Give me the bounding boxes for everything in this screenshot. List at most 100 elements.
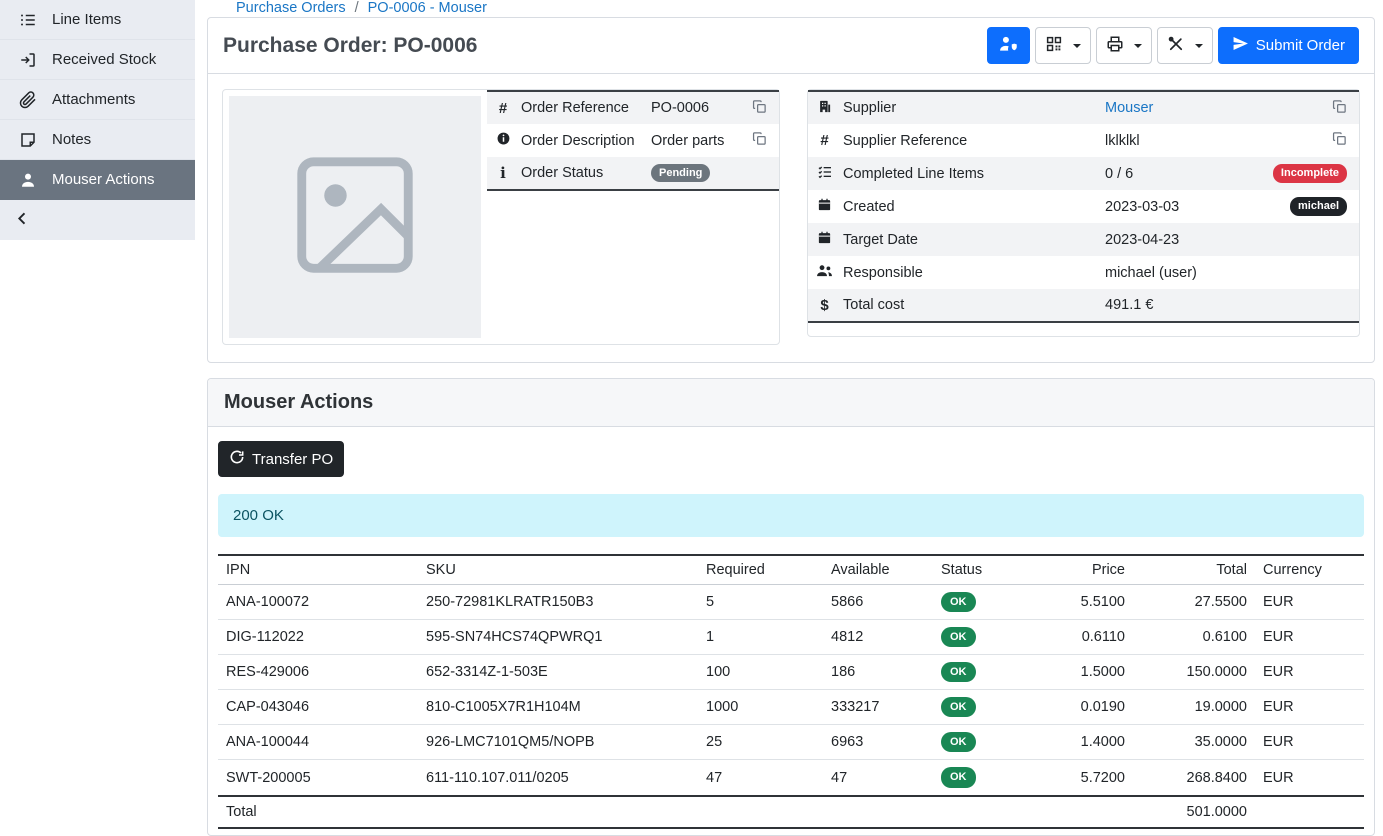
cell-ipn: RES-429006 (218, 655, 418, 690)
order-details-body: # Order Reference PO-0006 Order Descript… (208, 74, 1374, 362)
sidebar-item-received-stock[interactable]: Received Stock (0, 40, 195, 80)
responsible-row: Responsible michael (user) (808, 256, 1359, 289)
cell-status: OK (933, 760, 1033, 796)
order-details-table: # Order Reference PO-0006 Order Descript… (487, 90, 779, 191)
page-title: Purchase Order: PO-0006 (223, 34, 477, 58)
breadcrumb-link-current-order[interactable]: PO-0006 - Mouser (368, 0, 487, 16)
sidebar-item-label: Received Stock (52, 51, 156, 68)
table-row: DIG-112022 595-SN74HCS74QPWRQ1 1 4812 OK… (218, 620, 1364, 655)
dollar-icon: $ (808, 289, 835, 322)
cell-sku: 595-SN74HCS74QPWRQ1 (418, 620, 698, 655)
created-label: Created (835, 190, 1097, 223)
column-header-total: Total (1133, 555, 1255, 585)
parts-table-footer-row: Total 501.0000 (218, 796, 1364, 828)
cell-available: 5866 (823, 585, 933, 620)
cell-currency: EUR (1255, 620, 1364, 655)
cell-available: 47 (823, 760, 933, 796)
column-header-ipn: IPN (218, 555, 418, 585)
copy-icon[interactable] (1332, 99, 1347, 114)
refresh-icon (229, 449, 245, 469)
copy-icon[interactable] (752, 99, 767, 114)
target-date-label: Target Date (835, 223, 1097, 256)
users-icon (808, 256, 835, 289)
send-icon (1232, 35, 1249, 56)
header-actions: Submit Order (987, 27, 1359, 64)
cell-sku: 810-C1005X7R1H104M (418, 690, 698, 725)
transfer-po-button[interactable]: Transfer PO (218, 441, 344, 477)
copy-icon[interactable] (752, 131, 767, 146)
order-description-value: Order parts (643, 124, 741, 157)
status-ok-badge: OK (941, 592, 976, 612)
created-row: Created 2023-03-03 michael (808, 190, 1359, 223)
cell-ipn: CAP-043046 (218, 690, 418, 725)
status-alert: 200 OK (218, 494, 1364, 537)
cell-ipn: SWT-200005 (218, 760, 418, 796)
sidebar-item-notes[interactable]: Notes (0, 120, 195, 160)
order-actions-button[interactable] (1157, 27, 1213, 64)
sidebar-item-label: Mouser Actions (52, 171, 155, 188)
building-icon (808, 91, 835, 124)
qrcode-icon (1045, 35, 1063, 57)
main-content: Purchase Orders / PO-0006 - Mouser Purch… (195, 0, 1383, 794)
table-row: ANA-100044 926-LMC7101QM5/NOPB 25 6963 O… (218, 725, 1364, 760)
responsible-label: Responsible (835, 256, 1097, 289)
cell-price: 5.5100 (1033, 585, 1133, 620)
user-actions-button[interactable] (987, 27, 1030, 64)
sidebar-collapse-button[interactable] (0, 200, 195, 240)
mouser-actions-header: Mouser Actions (208, 379, 1374, 427)
supplier-reference-value: lklklkl (1097, 124, 1237, 157)
order-reference-value: PO-0006 (643, 91, 741, 124)
completed-line-items-label: Completed Line Items (835, 157, 1097, 190)
list-icon (18, 11, 38, 29)
supplier-details-card: Supplier Mouser # Supplier Reference lkl… (807, 89, 1360, 337)
sidebar-item-mouser-actions[interactable]: Mouser Actions (0, 160, 195, 200)
total-cost-value: 491.1 € (1097, 289, 1237, 322)
order-details-card: # Order Reference PO-0006 Order Descript… (222, 89, 780, 345)
order-panel-header: Purchase Order: PO-0006 (208, 18, 1374, 74)
sidebar-item-line-items[interactable]: Line Items (0, 0, 195, 40)
column-header-required: Required (698, 555, 823, 585)
cell-sku: 652-3314Z-1-503E (418, 655, 698, 690)
info-icon: i (487, 157, 513, 190)
note-icon (18, 131, 38, 149)
sign-in-icon (18, 51, 38, 69)
cell-required: 47 (698, 760, 823, 796)
mouser-actions-body: Transfer PO 200 OK IPN SKU Required Avai… (208, 427, 1374, 835)
status-ok-badge: OK (941, 732, 976, 752)
cell-currency: EUR (1255, 760, 1364, 796)
column-header-status: Status (933, 555, 1033, 585)
table-row: SWT-200005 611-110.107.011/0205 47 47 OK… (218, 760, 1364, 796)
cell-ipn: DIG-112022 (218, 620, 418, 655)
cell-price: 1.4000 (1033, 725, 1133, 760)
cell-status: OK (933, 690, 1033, 725)
order-image-placeholder[interactable] (229, 96, 481, 338)
cell-status: OK (933, 585, 1033, 620)
sidebar-item-attachments[interactable]: Attachments (0, 80, 195, 120)
calendar-icon (808, 190, 835, 223)
cell-sku: 250-72981KLRATR150B3 (418, 585, 698, 620)
supplier-details-table: Supplier Mouser # Supplier Reference lkl… (808, 90, 1359, 323)
order-status-badge: Pending (651, 164, 710, 182)
sidebar: Line Items Received Stock Attachments No… (0, 0, 195, 794)
cell-required: 25 (698, 725, 823, 760)
submit-order-button[interactable]: Submit Order (1218, 27, 1359, 64)
cell-price: 1.5000 (1033, 655, 1133, 690)
cell-currency: EUR (1255, 725, 1364, 760)
cell-available: 186 (823, 655, 933, 690)
print-actions-button[interactable] (1096, 27, 1152, 64)
sidebar-item-label: Notes (52, 131, 91, 148)
breadcrumb-link-purchase-orders[interactable]: Purchase Orders (236, 0, 346, 16)
hash-icon: # (487, 91, 513, 124)
user-icon (18, 171, 38, 189)
copy-icon[interactable] (1332, 131, 1347, 146)
mouser-actions-panel: Mouser Actions Transfer PO 200 OK (207, 378, 1375, 836)
cell-currency: EUR (1255, 585, 1364, 620)
supplier-link[interactable]: Mouser (1105, 100, 1153, 116)
column-header-price: Price (1033, 555, 1133, 585)
status-ok-badge: OK (941, 697, 976, 717)
created-by-badge: michael (1290, 197, 1347, 215)
breadcrumb: Purchase Orders / PO-0006 - Mouser (195, 0, 1383, 16)
status-ok-badge: OK (941, 662, 976, 682)
barcode-actions-button[interactable] (1035, 27, 1091, 64)
cell-ipn: ANA-100044 (218, 725, 418, 760)
